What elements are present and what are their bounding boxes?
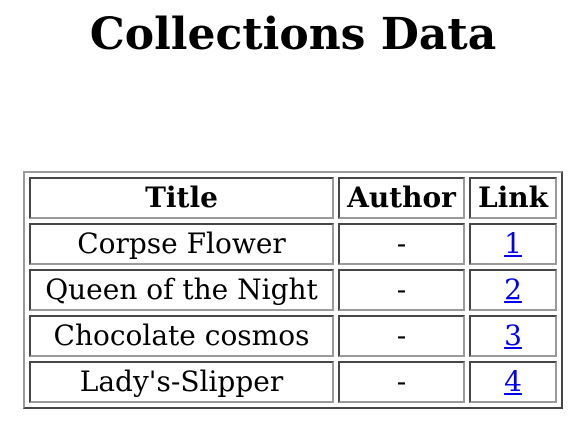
header-link: Link xyxy=(469,177,557,219)
row-title: Queen of the Night xyxy=(29,269,334,311)
row-link[interactable]: 1 xyxy=(504,227,522,260)
row-title: Lady's-Slipper xyxy=(29,361,334,403)
table-row: Corpse Flower - 1 xyxy=(29,223,557,265)
header-author: Author xyxy=(338,177,465,219)
row-link-cell: 3 xyxy=(469,315,557,357)
row-link-cell: 2 xyxy=(469,269,557,311)
table-row: Chocolate cosmos - 3 xyxy=(29,315,557,357)
row-link-cell: 1 xyxy=(469,223,557,265)
page-title: Collections Data xyxy=(89,9,497,60)
row-link[interactable]: 3 xyxy=(504,319,522,352)
row-link[interactable]: 2 xyxy=(504,273,522,306)
row-author: - xyxy=(338,223,465,265)
row-author: - xyxy=(338,315,465,357)
row-link[interactable]: 4 xyxy=(504,365,522,398)
collections-table: Title Author Link Corpse Flower - 1 Quee… xyxy=(23,171,563,409)
table-row: Queen of the Night - 2 xyxy=(29,269,557,311)
table-header-row: Title Author Link xyxy=(29,177,557,219)
row-author: - xyxy=(338,361,465,403)
header-title: Title xyxy=(29,177,334,219)
row-title: Chocolate cosmos xyxy=(29,315,334,357)
row-link-cell: 4 xyxy=(469,361,557,403)
row-title: Corpse Flower xyxy=(29,223,334,265)
table-row: Lady's-Slipper - 4 xyxy=(29,361,557,403)
row-author: - xyxy=(338,269,465,311)
